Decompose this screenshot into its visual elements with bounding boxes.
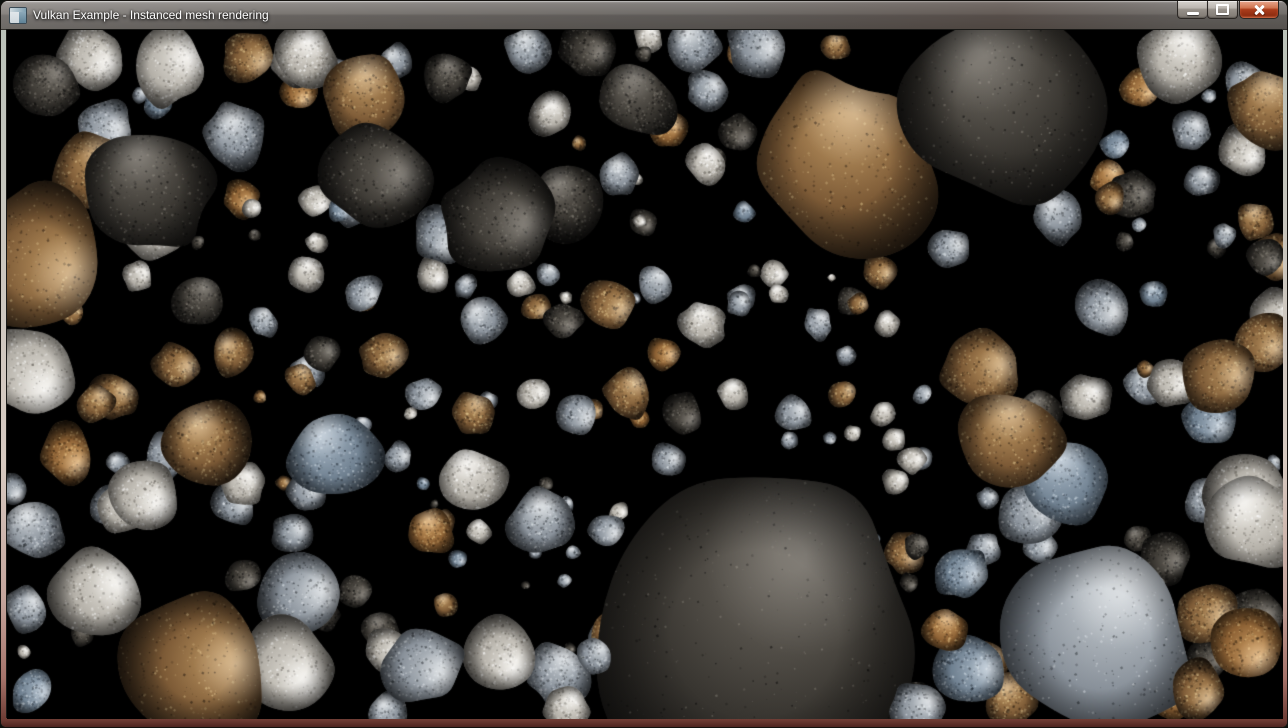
window-frame — [1, 30, 1287, 727]
app-icon-pane-top — [10, 8, 26, 12]
app-icon[interactable] — [9, 7, 27, 24]
window-title: Vulkan Example - Instanced mesh renderin… — [33, 1, 269, 29]
render-viewport[interactable] — [7, 30, 1283, 719]
maximize-button[interactable] — [1207, 1, 1238, 19]
window-controls — [1177, 1, 1279, 19]
minimize-button[interactable] — [1177, 1, 1207, 19]
maximize-icon — [1216, 4, 1229, 15]
title-bar[interactable]: Vulkan Example - Instanced mesh renderin… — [1, 1, 1287, 30]
viewport-frame — [7, 30, 1281, 717]
close-button[interactable] — [1239, 1, 1279, 19]
minimize-icon — [1187, 12, 1199, 15]
vulkan-example-window: Vulkan Example - Instanced mesh renderin… — [0, 0, 1288, 728]
close-icon — [1253, 4, 1265, 16]
